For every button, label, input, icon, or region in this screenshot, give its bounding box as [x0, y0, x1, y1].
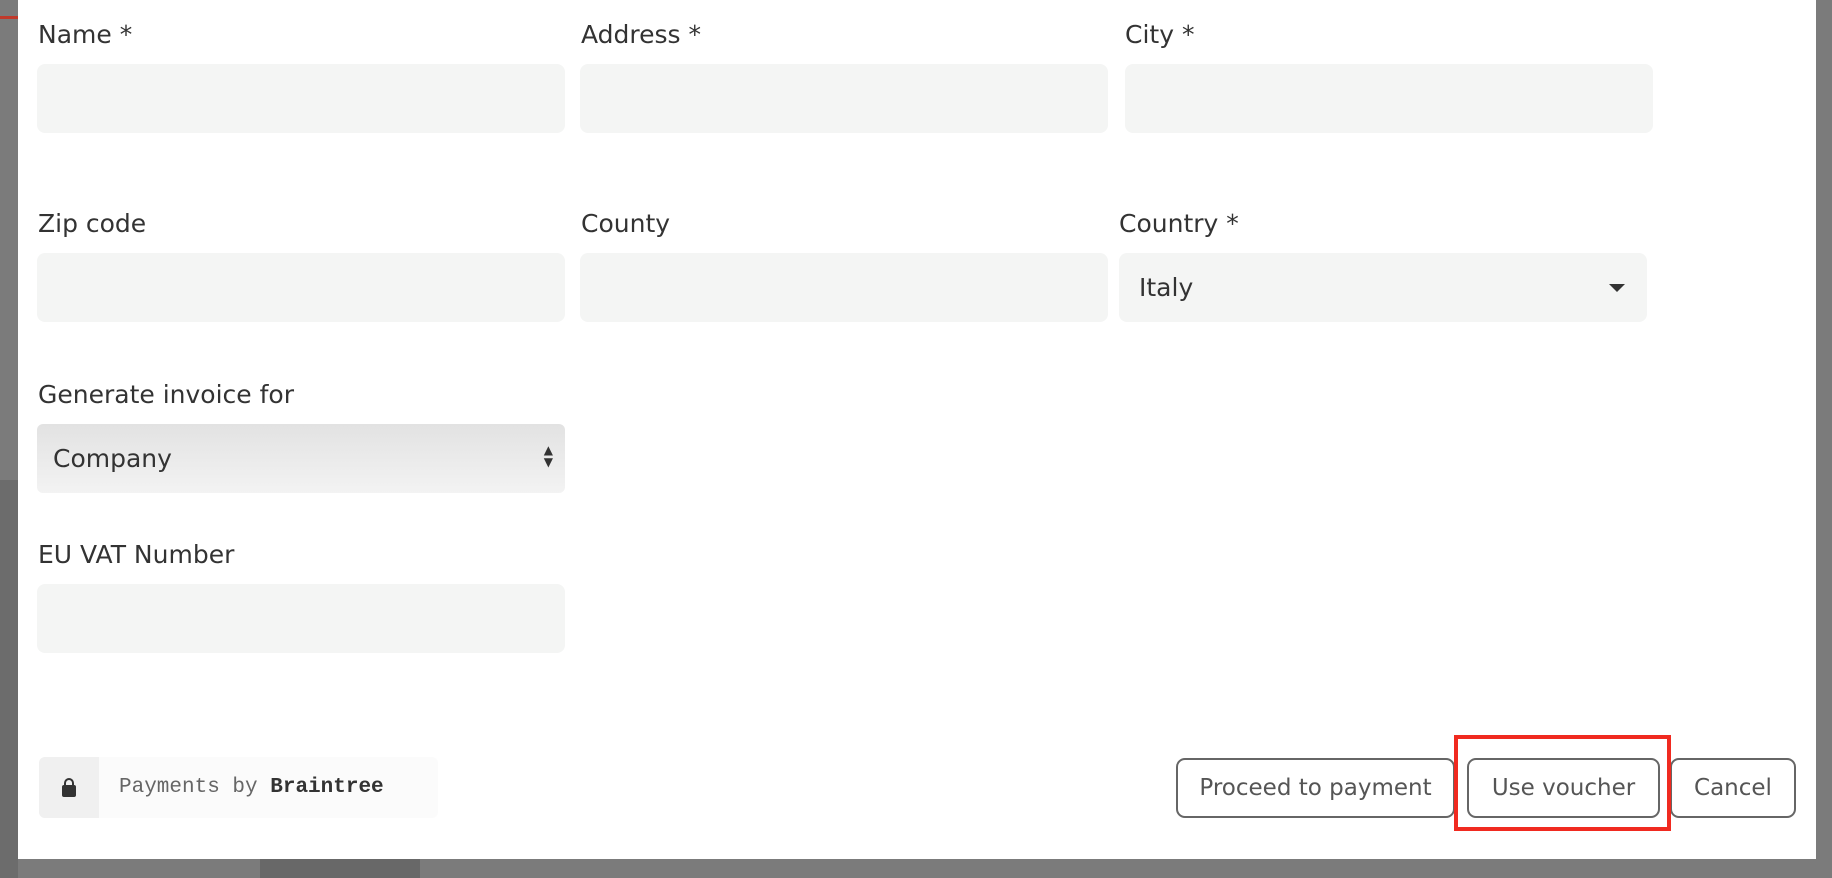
caret-down-icon: [1609, 284, 1625, 292]
background-accent: [0, 16, 18, 19]
braintree-badge: Payments by Braintree: [39, 757, 438, 818]
invoice-select[interactable]: Company ▲ ▼: [37, 424, 565, 493]
zip-input[interactable]: [37, 253, 565, 322]
address-label: Address *: [581, 20, 702, 49]
county-label: County: [581, 209, 671, 238]
city-label: City *: [1125, 20, 1195, 49]
background-shape: [260, 859, 420, 878]
braintree-text: Braintree: [270, 776, 384, 799]
cancel-button[interactable]: Cancel: [1670, 758, 1796, 818]
country-select[interactable]: Italy: [1119, 253, 1647, 322]
address-input[interactable]: [580, 64, 1108, 133]
highlight-box: [1454, 735, 1671, 831]
name-input[interactable]: [37, 64, 565, 133]
vat-input[interactable]: [37, 584, 565, 653]
vat-label: EU VAT Number: [38, 540, 235, 569]
proceed-to-payment-button[interactable]: Proceed to payment: [1176, 758, 1455, 818]
invoice-value: Company: [53, 444, 172, 473]
billing-modal: Name * Address * City * Zip code County …: [18, 0, 1816, 859]
payments-by-text: Payments by: [119, 776, 258, 799]
lock-icon: [39, 757, 99, 818]
country-value: Italy: [1139, 273, 1194, 302]
city-input[interactable]: [1125, 64, 1653, 133]
updown-arrows-icon: ▲ ▼: [543, 443, 553, 469]
zip-label: Zip code: [38, 209, 147, 238]
invoice-label: Generate invoice for: [38, 380, 294, 409]
name-label: Name *: [38, 20, 133, 49]
background-shape: [0, 480, 18, 878]
county-input[interactable]: [580, 253, 1108, 322]
country-label: Country *: [1119, 209, 1239, 238]
